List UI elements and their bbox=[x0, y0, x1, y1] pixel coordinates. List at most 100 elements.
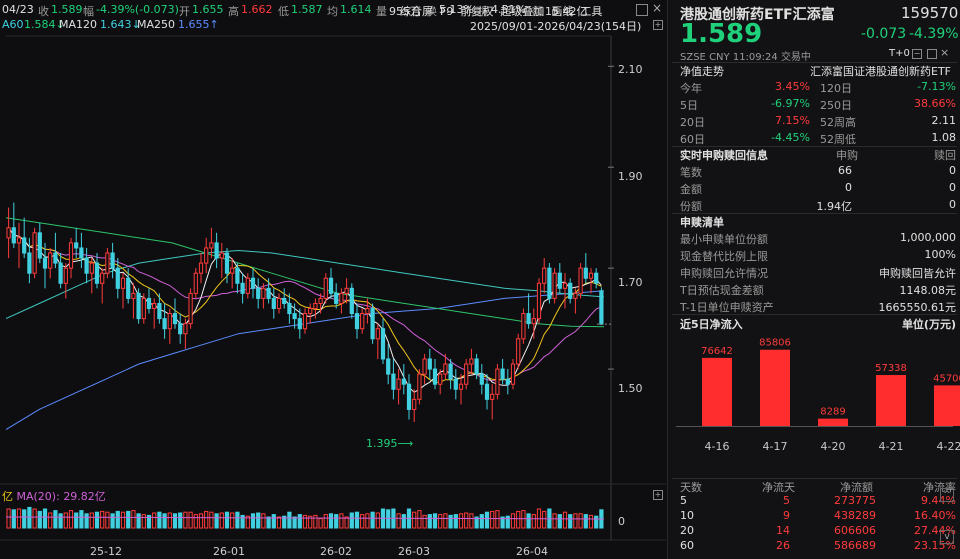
close-icon[interactable]: × bbox=[940, 46, 949, 59]
chart-expand-icon[interactable]: + bbox=[653, 20, 663, 30]
candle-body bbox=[536, 282, 542, 320]
inflow-bar bbox=[934, 385, 960, 426]
volume-bar bbox=[120, 511, 126, 529]
candle-body bbox=[146, 297, 152, 310]
volume-bar bbox=[588, 514, 594, 529]
collapse-up-icon[interactable]: ^ bbox=[940, 488, 954, 502]
candle-body bbox=[11, 227, 16, 244]
collapse-down-icon[interactable]: v bbox=[940, 530, 954, 544]
price-axis-label: 1.90 bbox=[618, 170, 643, 183]
candle-body bbox=[188, 292, 193, 325]
volume-bar bbox=[198, 513, 204, 529]
list-row: 申购赎回允许情况 申购赎回皆允许 bbox=[680, 267, 956, 280]
candle-body bbox=[42, 257, 48, 269]
volume-bar bbox=[188, 511, 193, 529]
inflow-bar-label: 76642 bbox=[701, 346, 733, 357]
quote-date: 04/23 bbox=[2, 3, 34, 16]
candle-body bbox=[432, 368, 438, 385]
volume-bar bbox=[443, 513, 448, 529]
volume-bar bbox=[432, 513, 438, 529]
flow-header: 近5日净流入 单位(万元) bbox=[680, 318, 956, 331]
candle-body bbox=[334, 292, 339, 304]
candle-body bbox=[162, 318, 167, 330]
volume-expand-icon[interactable]: + bbox=[653, 490, 663, 500]
candle-body bbox=[74, 242, 79, 249]
date-range: 2025/09/01-2026/04/23(154日) bbox=[470, 20, 642, 33]
toolbar-draw[interactable]: 画线 bbox=[551, 5, 573, 18]
volume-bar bbox=[126, 510, 131, 529]
list-row: 现金替代比例上限 100% bbox=[680, 248, 956, 263]
quote-close: 1.589 bbox=[51, 3, 83, 16]
volume-bar bbox=[344, 516, 349, 529]
inflow-bar-label: 45700 bbox=[933, 373, 960, 384]
candle-body bbox=[157, 302, 162, 320]
volume-axis-label: 0 bbox=[618, 515, 625, 528]
volume-bar bbox=[318, 518, 323, 529]
candle-body bbox=[178, 323, 183, 335]
candle-body bbox=[552, 272, 557, 299]
candle-body bbox=[370, 308, 375, 340]
toolbar-f9[interactable]: F9 bbox=[440, 5, 453, 18]
nav-label[interactable]: 净值走势 bbox=[680, 63, 724, 79]
candle-body bbox=[302, 313, 308, 330]
candle-body bbox=[318, 297, 323, 304]
volume-bar bbox=[479, 514, 484, 529]
list-row: 最小申赎单位份额 1,000,000 bbox=[680, 231, 956, 246]
volume-bar bbox=[183, 511, 188, 529]
candle-body bbox=[578, 267, 583, 294]
candle-body bbox=[193, 272, 198, 294]
quote-change: -4.39%(-0.073) bbox=[96, 3, 179, 16]
price-axis-label: 2.10 bbox=[618, 63, 643, 76]
volume-bar bbox=[178, 512, 183, 529]
candle-body bbox=[126, 277, 131, 299]
candle-body bbox=[510, 363, 516, 385]
volume-bar bbox=[261, 513, 266, 529]
candle-body bbox=[448, 363, 453, 380]
candle-body bbox=[58, 262, 63, 284]
volume-bar bbox=[521, 510, 526, 529]
candle-body bbox=[219, 252, 224, 259]
volume-bar bbox=[422, 514, 427, 529]
candle-body bbox=[6, 227, 11, 239]
volume-bar bbox=[167, 512, 172, 529]
volume-bar bbox=[271, 514, 276, 529]
candle-body bbox=[339, 292, 344, 304]
close-icon[interactable]: × bbox=[652, 1, 662, 15]
toolbar-zonghe[interactable]: 综合屏 bbox=[400, 5, 433, 18]
candle-body bbox=[27, 252, 32, 274]
candle-body bbox=[37, 232, 42, 259]
volume-bar bbox=[386, 509, 391, 529]
candle-body bbox=[53, 252, 58, 264]
minimize-icon[interactable]: − bbox=[912, 49, 922, 59]
toolbar-overlay[interactable]: 超级叠加 bbox=[500, 5, 544, 18]
candle-body bbox=[469, 358, 474, 365]
candle-body bbox=[105, 252, 110, 274]
quote-low-label: 低 bbox=[278, 5, 289, 18]
candle-body bbox=[230, 267, 235, 274]
etf-change: -0.073 bbox=[861, 26, 907, 42]
candle-body bbox=[271, 297, 276, 310]
quote-avg-label: 均 bbox=[327, 5, 338, 18]
candle-body bbox=[308, 308, 313, 315]
candle-body bbox=[479, 373, 484, 385]
window-restore-icon[interactable] bbox=[636, 4, 648, 16]
candle-body bbox=[557, 272, 562, 289]
candle-body bbox=[22, 237, 27, 254]
candle-body bbox=[562, 282, 568, 289]
volume-bar bbox=[48, 512, 53, 529]
candle-body bbox=[412, 398, 417, 410]
toolbar-tools[interactable]: 工具 bbox=[580, 5, 602, 18]
etf-code: 159570 bbox=[901, 4, 959, 22]
toolbar-fuquan[interactable]: 前复权 bbox=[460, 5, 493, 18]
window-icon[interactable] bbox=[927, 49, 937, 59]
volume-bar bbox=[453, 514, 458, 529]
volume-bar bbox=[219, 512, 224, 529]
volume-bar bbox=[141, 514, 146, 529]
candle-body bbox=[375, 328, 380, 340]
inflow-bar-label: 57338 bbox=[875, 363, 907, 374]
candle-body bbox=[276, 297, 282, 310]
kline-chart[interactable] bbox=[0, 0, 666, 559]
volume-bar bbox=[89, 512, 94, 529]
volume-bar bbox=[105, 511, 110, 529]
flow-table-row: 60 26 586689 23.15% bbox=[680, 539, 956, 552]
